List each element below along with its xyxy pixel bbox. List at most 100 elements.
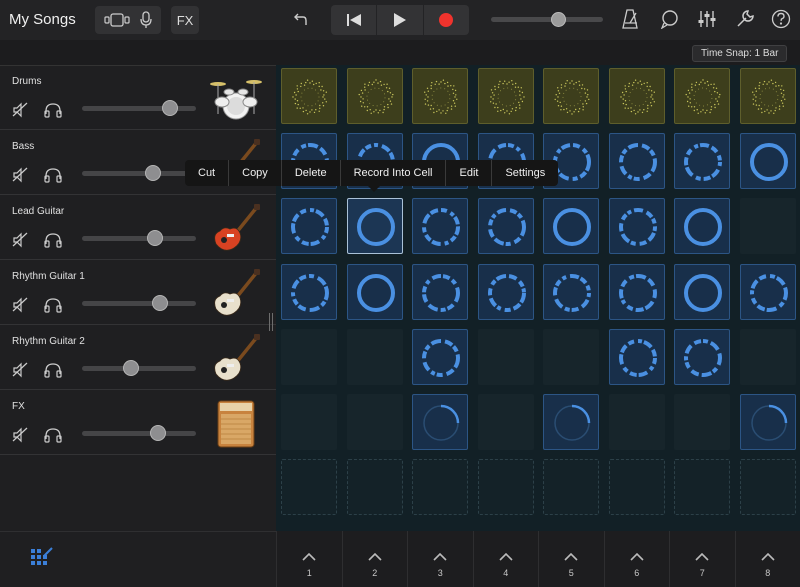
- column-trigger-1[interactable]: 1: [276, 531, 342, 587]
- loop-cell[interactable]: [674, 328, 730, 385]
- empty-cell[interactable]: [346, 328, 403, 385]
- column-trigger-6[interactable]: 6: [603, 531, 670, 587]
- add-cell-slot[interactable]: [477, 459, 534, 516]
- column-trigger-8[interactable]: 8: [734, 531, 800, 587]
- headphones-icon[interactable]: [44, 102, 62, 123]
- add-cell-slot[interactable]: [412, 459, 468, 516]
- drum-loop-cell[interactable]: [543, 68, 599, 124]
- track-volume-knob[interactable]: [144, 165, 161, 181]
- track-volume-knob[interactable]: [150, 425, 167, 441]
- menu-item-copy[interactable]: Copy: [229, 160, 282, 186]
- drum-loop-cell[interactable]: [281, 68, 337, 124]
- help-icon[interactable]: [771, 9, 791, 29]
- track-row[interactable]: Rhythm Guitar 1: [0, 261, 276, 325]
- loop-cell[interactable]: [412, 263, 468, 320]
- drum-kit-icon[interactable]: [210, 74, 262, 124]
- add-cell-slot[interactable]: [346, 459, 403, 516]
- add-cell-slot[interactable]: [739, 459, 796, 516]
- track-row[interactable]: Rhythm Guitar 2: [0, 326, 276, 390]
- mute-icon[interactable]: [12, 167, 28, 188]
- empty-cell[interactable]: [281, 394, 337, 450]
- time-snap-button[interactable]: Time Snap: 1 Bar: [692, 45, 788, 62]
- settings-wrench-icon[interactable]: [735, 9, 755, 29]
- loop-cell[interactable]: [739, 133, 796, 190]
- mute-icon[interactable]: [12, 297, 28, 318]
- view-toggle-icon[interactable]: [103, 12, 130, 28]
- selected-loop-cell[interactable]: [346, 198, 403, 255]
- track-row[interactable]: Drums: [0, 66, 276, 130]
- empty-cell[interactable]: [477, 328, 534, 385]
- electric-guitar-sunburst-icon[interactable]: [210, 269, 262, 319]
- master-volume-knob[interactable]: [551, 12, 567, 27]
- panel-resize-handle[interactable]: [269, 313, 275, 331]
- loop-cell[interactable]: [543, 198, 599, 255]
- headphones-icon[interactable]: [44, 167, 62, 188]
- my-songs-button[interactable]: My Songs: [9, 11, 76, 28]
- master-volume-slider[interactable]: [491, 12, 603, 27]
- add-cell-slot[interactable]: [281, 459, 337, 516]
- track-volume-slider[interactable]: [82, 295, 196, 311]
- menu-item-edit[interactable]: Edit: [446, 160, 493, 186]
- electric-guitar-sunburst-icon[interactable]: [210, 334, 262, 384]
- amplifier-icon[interactable]: [210, 399, 262, 449]
- empty-cell[interactable]: [674, 394, 730, 450]
- track-volume-slider[interactable]: [82, 165, 196, 181]
- loop-cell[interactable]: [608, 198, 665, 255]
- empty-cell[interactable]: [477, 394, 534, 450]
- undo-icon[interactable]: [293, 11, 309, 27]
- fx-button[interactable]: FX: [171, 6, 199, 34]
- empty-cell[interactable]: [346, 394, 403, 450]
- drum-loop-cell[interactable]: [674, 68, 730, 124]
- drum-loop-cell[interactable]: [412, 68, 468, 124]
- loop-cell[interactable]: [608, 133, 665, 190]
- mute-icon[interactable]: [12, 427, 28, 448]
- recorded-loop-cell[interactable]: [543, 394, 599, 450]
- column-trigger-2[interactable]: 2: [341, 531, 408, 587]
- loop-cell[interactable]: [477, 263, 534, 320]
- loop-cell[interactable]: [412, 198, 468, 255]
- mute-icon[interactable]: [12, 362, 28, 383]
- track-volume-knob[interactable]: [151, 295, 168, 311]
- empty-cell[interactable]: [608, 394, 665, 450]
- mixer-icon[interactable]: [697, 9, 717, 29]
- loop-cell[interactable]: [346, 263, 403, 320]
- recorded-loop-cell[interactable]: [412, 394, 468, 450]
- track-row[interactable]: Lead Guitar: [0, 196, 276, 260]
- loop-cell[interactable]: [281, 198, 337, 255]
- loop-cell[interactable]: [543, 263, 599, 320]
- go-to-beginning-button[interactable]: [331, 5, 378, 35]
- track-volume-slider[interactable]: [82, 425, 196, 441]
- loop-cell[interactable]: [674, 263, 730, 320]
- loop-cell[interactable]: [608, 328, 665, 385]
- column-trigger-4[interactable]: 4: [472, 531, 539, 587]
- electric-guitar-red-icon[interactable]: [210, 204, 262, 254]
- headphones-icon[interactable]: [44, 297, 62, 318]
- add-cell-slot[interactable]: [543, 459, 599, 516]
- play-button[interactable]: [377, 5, 424, 35]
- column-trigger-5[interactable]: 5: [538, 531, 604, 587]
- drum-loop-cell[interactable]: [346, 68, 403, 124]
- column-trigger-3[interactable]: 3: [407, 531, 473, 587]
- menu-item-record-into-cell[interactable]: Record Into Cell: [341, 160, 447, 186]
- headphones-icon[interactable]: [44, 427, 62, 448]
- empty-cell[interactable]: [739, 198, 796, 255]
- add-cell-slot[interactable]: [608, 459, 665, 516]
- empty-cell[interactable]: [543, 328, 599, 385]
- loop-cell[interactable]: [674, 198, 730, 255]
- empty-cell[interactable]: [281, 328, 337, 385]
- menu-item-settings[interactable]: Settings: [492, 160, 558, 186]
- recorded-loop-cell[interactable]: [739, 394, 796, 450]
- loop-cell[interactable]: [412, 328, 468, 385]
- track-volume-slider[interactable]: [82, 230, 196, 246]
- loop-browser-icon[interactable]: [660, 9, 680, 29]
- menu-item-delete[interactable]: Delete: [282, 160, 341, 186]
- empty-cell[interactable]: [739, 328, 796, 385]
- loop-cell[interactable]: [674, 133, 730, 190]
- track-volume-slider[interactable]: [82, 360, 196, 376]
- track-row[interactable]: FX: [0, 391, 276, 455]
- track-volume-knob[interactable]: [161, 100, 178, 116]
- microphone-icon[interactable]: [139, 11, 153, 29]
- record-button[interactable]: [424, 5, 469, 35]
- drum-loop-cell[interactable]: [739, 68, 796, 124]
- cell-edit-grid-icon[interactable]: [30, 546, 54, 575]
